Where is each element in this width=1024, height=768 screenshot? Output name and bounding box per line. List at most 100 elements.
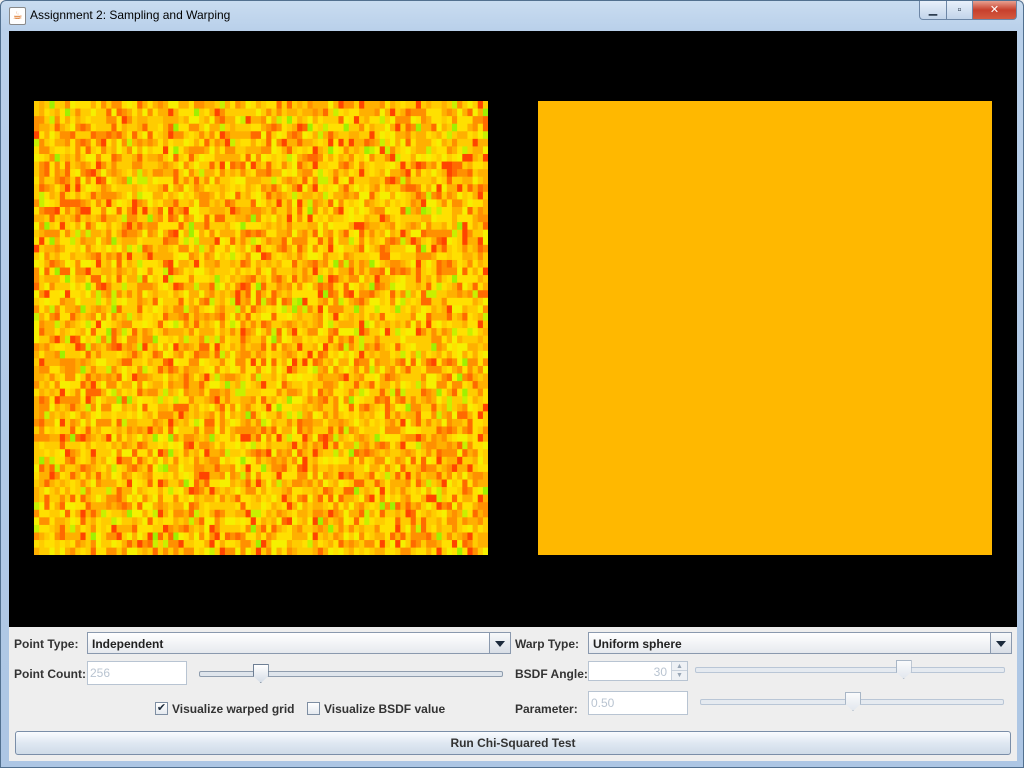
histogram-cell (54, 305, 61, 314)
histogram-cell (204, 282, 210, 291)
histogram-cell (209, 131, 215, 140)
histogram-cell (147, 381, 153, 389)
maximize-button[interactable]: ▫ (947, 1, 973, 20)
histogram-cell (384, 449, 391, 458)
histogram-cell (322, 108, 329, 117)
histogram-cell (436, 290, 442, 299)
histogram-cell (271, 101, 277, 109)
histogram-cell (410, 176, 417, 185)
histogram-cell (70, 199, 76, 208)
histogram-cell (441, 275, 448, 283)
histogram-cell (317, 161, 324, 170)
histogram-cell (317, 381, 324, 389)
histogram-cell (426, 138, 432, 147)
histogram-cell (307, 222, 313, 230)
histogram-cell (245, 320, 252, 329)
histogram-cell (281, 282, 288, 291)
histogram-cell (39, 191, 45, 200)
histogram-cell (137, 199, 143, 208)
histogram-cell (472, 312, 479, 321)
histogram-cell (348, 449, 355, 458)
histogram-cell (307, 320, 313, 329)
histogram-cell (405, 161, 411, 170)
histogram-cell (421, 449, 427, 458)
histogram-cell (353, 464, 360, 473)
histogram-cell (421, 282, 427, 291)
histogram-cell (477, 509, 484, 518)
histogram-cell (353, 434, 360, 442)
window-controls: ▁ ▫ ✕ (919, 1, 1017, 20)
histogram-cell (142, 108, 148, 117)
histogram-cell (132, 169, 138, 177)
histogram-cell (343, 517, 350, 526)
histogram-cell (230, 343, 236, 352)
histogram-cell (199, 517, 205, 526)
histogram-cell (462, 222, 468, 230)
histogram-cell (193, 411, 200, 420)
histogram-cell (312, 214, 319, 223)
histogram-cell (384, 471, 391, 480)
histogram-cell (271, 343, 277, 352)
histogram-cell (70, 441, 76, 450)
histogram-cell (390, 456, 396, 465)
histogram-cell (436, 131, 442, 140)
histogram-cell (90, 153, 97, 162)
histogram-cell (457, 252, 463, 261)
histogram-cell (75, 373, 81, 382)
histogram-cell (188, 312, 195, 321)
histogram-cell (369, 267, 375, 276)
java-app-icon[interactable]: ☕ (9, 7, 26, 25)
histogram-cell (421, 252, 427, 261)
histogram-cell (230, 312, 236, 321)
histogram-cell (157, 131, 164, 140)
histogram-cell (297, 138, 303, 147)
histogram-cell (431, 275, 437, 283)
histogram-cell (214, 411, 221, 420)
histogram-cell (147, 524, 153, 533)
histogram-cell (266, 350, 272, 359)
histogram-cell (245, 116, 252, 125)
title-bar[interactable]: ☕ Assignment 2: Sampling and Warping ▁ ▫… (1, 1, 1023, 31)
histogram-cell (379, 494, 386, 503)
histogram-cell (271, 191, 277, 200)
histogram-cell (421, 259, 427, 268)
histogram-cell (39, 244, 45, 253)
histogram-cell (426, 350, 432, 359)
visualization-canvas[interactable] (9, 31, 1017, 627)
histogram-cell (261, 509, 267, 518)
histogram-cell (137, 312, 143, 321)
minimize-button[interactable]: ▁ (919, 1, 947, 20)
histogram-cell (359, 517, 365, 526)
histogram-cell (307, 502, 313, 511)
histogram-cell (307, 153, 313, 162)
histogram-cell (44, 214, 50, 223)
histogram-cell (157, 509, 164, 518)
histogram-cell (343, 138, 350, 147)
histogram-cell (374, 388, 381, 397)
histogram-cell (219, 259, 226, 268)
histogram-cell (415, 290, 422, 299)
histogram-cell (116, 487, 123, 495)
histogram-cell (34, 123, 40, 132)
histogram-cell (39, 297, 45, 306)
histogram-cell (142, 365, 148, 374)
histogram-cell (193, 259, 200, 268)
histogram-cell (235, 108, 241, 117)
histogram-cell (266, 146, 272, 155)
histogram-cell (209, 108, 215, 117)
close-button[interactable]: ✕ (973, 1, 1017, 20)
histogram-cell (364, 206, 370, 215)
histogram-cell (204, 403, 210, 412)
histogram-cell (421, 464, 427, 473)
histogram-cell (281, 471, 288, 480)
histogram-cell (297, 365, 303, 374)
histogram-cell (333, 517, 339, 526)
histogram-cell (147, 297, 153, 306)
histogram-cell (348, 305, 355, 314)
histogram-cell (188, 388, 195, 397)
histogram-cell (364, 199, 370, 208)
histogram-cell (64, 434, 71, 442)
histogram-cell (70, 464, 76, 473)
histogram-cell (178, 426, 184, 435)
histogram-cell (431, 403, 437, 412)
